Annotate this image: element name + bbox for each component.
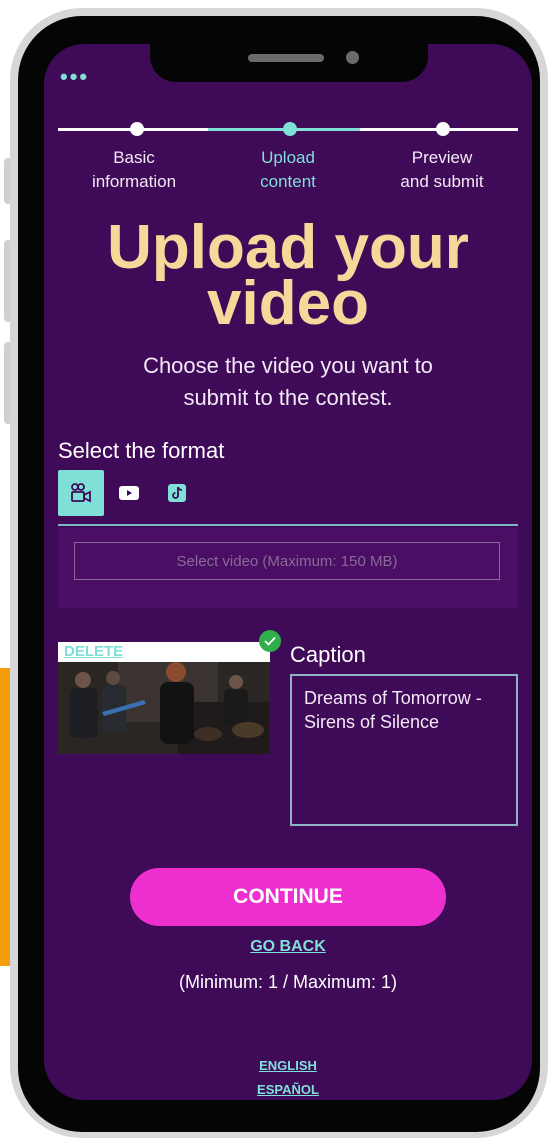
- go-back-link-text[interactable]: GO BACK: [250, 938, 326, 955]
- page-title: Upload your video: [44, 213, 532, 338]
- delete-button[interactable]: DELETE: [64, 643, 123, 660]
- caption-textarea[interactable]: Dreams of Tomorrow - Sirens of Silence: [290, 674, 518, 826]
- step-label-upload-content[interactable]: Upload content: [213, 146, 363, 194]
- step-label-line: content: [260, 172, 316, 191]
- language-spanish-row: ESPAÑOL: [44, 1082, 532, 1097]
- page-subtitle-line: submit to the contest.: [183, 385, 393, 410]
- phone-notch: [150, 44, 428, 82]
- language-english-link[interactable]: ENGLISH: [259, 1058, 317, 1073]
- page-subtitle-line: Choose the video you want to: [143, 353, 433, 378]
- orange-side-accent: [0, 668, 10, 966]
- page-subtitle: Choose the video you want to submit to t…: [84, 350, 492, 414]
- tiktok-icon: [168, 484, 186, 502]
- step-dot-basic-information: [130, 122, 144, 136]
- step-label-line: and submit: [400, 172, 484, 191]
- step-dot-preview-and-submit: [436, 122, 450, 136]
- page-title-line: Upload your: [107, 213, 469, 282]
- format-youtube-button[interactable]: [114, 470, 144, 516]
- step-label-preview-and-submit[interactable]: Preview and submit: [367, 146, 517, 194]
- delete-bar: DELETE: [58, 642, 270, 662]
- continue-button[interactable]: CONTINUE: [130, 868, 446, 926]
- step-label-line: Basic: [113, 148, 155, 167]
- format-divider: [58, 524, 518, 526]
- step-dot-upload-content: [283, 122, 297, 136]
- page-title-line: video: [207, 269, 369, 338]
- go-back-link: GO BACK: [44, 938, 532, 956]
- video-thumbnail: DELETE: [58, 642, 270, 754]
- phone-screen: ••• Basic information Upload content Pre…: [44, 44, 532, 1100]
- select-video-button[interactable]: Select video (Maximum: 150 MB): [74, 542, 500, 580]
- format-tiktok-button[interactable]: [162, 470, 192, 516]
- step-label-basic-information[interactable]: Basic information: [59, 146, 209, 194]
- upload-success-badge: [259, 630, 281, 652]
- format-label: Select the format: [58, 438, 225, 463]
- more-horizontal-icon[interactable]: •••: [60, 66, 89, 88]
- format-video-camera-button[interactable]: [58, 470, 104, 516]
- phone-camera: [346, 51, 359, 64]
- language-spanish-link[interactable]: ESPAÑOL: [257, 1082, 319, 1097]
- video-camera-icon: [71, 483, 91, 503]
- language-english-row: ENGLISH: [44, 1058, 532, 1073]
- upload-limits-text: (Minimum: 1 / Maximum: 1): [178, 972, 398, 992]
- phone-speaker: [248, 54, 324, 62]
- caption-label: Caption: [290, 642, 366, 667]
- check-icon: [264, 636, 276, 646]
- step-label-line: Preview: [411, 148, 473, 167]
- step-label-line: Upload: [261, 148, 315, 167]
- youtube-icon: [119, 486, 139, 500]
- step-label-line: information: [91, 172, 177, 191]
